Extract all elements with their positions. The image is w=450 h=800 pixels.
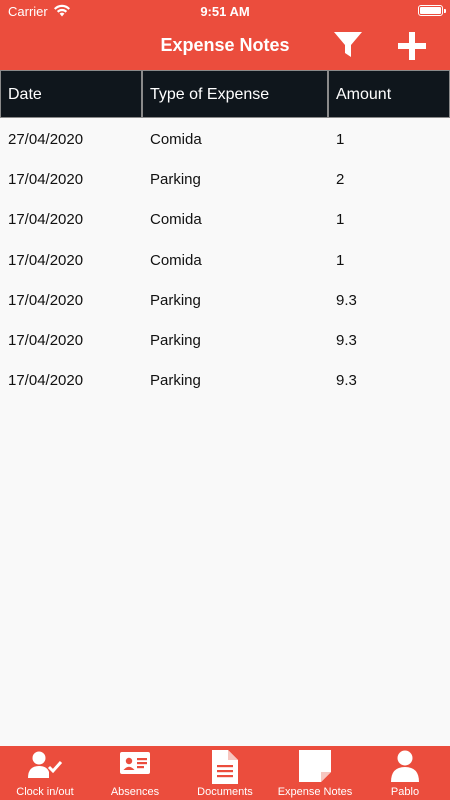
tab-label: Documents (197, 786, 253, 798)
plus-icon[interactable] (398, 32, 426, 60)
amount-cell: 9.3 (336, 291, 357, 309)
date-cell: 17/04/2020 (8, 171, 84, 189)
amount-cell: 1 (336, 211, 345, 229)
tab-label: Pablo (390, 786, 420, 798)
tab-bar: Clock in/out Absences Documents Expense … (0, 746, 450, 800)
amount-cell: 1 (336, 131, 345, 148)
tab-profile[interactable]: Pablo (360, 746, 450, 800)
table-row[interactable]: 17/04/2020 Comida 1 (0, 200, 450, 240)
clock-in-user-check-icon (28, 751, 62, 778)
column-header-type[interactable]: Type of Expense (142, 70, 328, 118)
amount-cell: 9.3 (336, 331, 357, 349)
status-bar: Carrier 9:51 AM (0, 0, 450, 22)
battery-icon (418, 5, 446, 16)
page-title: Expense Notes (160, 35, 290, 55)
date-cell: 17/04/2020 (8, 251, 84, 269)
tab-clock-in-out[interactable]: Clock in/out (0, 746, 90, 800)
amount-cell: 2 (336, 171, 345, 189)
tab-label: Expense Notes (277, 786, 353, 798)
amount-cell: 9.3 (336, 372, 357, 390)
table-row[interactable]: 17/04/2020 Comida 1 (0, 241, 450, 281)
column-header-amount[interactable]: Amount (328, 70, 450, 118)
expense-table-body: 27/04/2020 Comida 1 17/04/2020 Parking 2… (0, 120, 450, 401)
type-cell: Parking (150, 291, 201, 309)
column-header-label: Date (8, 86, 42, 103)
document-icon (212, 750, 238, 784)
note-icon (299, 750, 331, 782)
date-cell: 17/04/2020 (8, 372, 84, 390)
id-card-icon (120, 752, 150, 774)
table-row[interactable]: 17/04/2020 Parking 9.3 (0, 361, 450, 401)
amount-cell: 1 (336, 251, 345, 269)
navigation-bar: Carrier 9:51 AM Expense Notes (0, 0, 450, 70)
date-cell: 27/04/2020 (8, 131, 84, 148)
type-cell: Comida (150, 131, 202, 148)
type-cell: Parking (150, 372, 201, 390)
user-icon (391, 750, 419, 782)
column-header-label: Amount (336, 86, 392, 103)
column-header-date[interactable]: Date (0, 70, 142, 118)
tab-expense-notes[interactable]: Expense Notes (270, 746, 360, 800)
tab-absences[interactable]: Absences (90, 746, 180, 800)
table-row[interactable]: 17/04/2020 Parking 9.3 (0, 281, 450, 321)
type-cell: Comida (150, 251, 202, 269)
table-row[interactable]: 17/04/2020 Parking 2 (0, 160, 450, 200)
tab-label: Clock in/out (16, 786, 74, 798)
column-header-label: Type of Expense (150, 86, 270, 103)
table-row[interactable]: 17/04/2020 Parking 9.3 (0, 321, 450, 361)
date-cell: 17/04/2020 (8, 331, 84, 349)
date-cell: 17/04/2020 (8, 211, 84, 229)
table-row[interactable]: 27/04/2020 Comida 1 (0, 120, 450, 160)
tab-documents[interactable]: Documents (180, 746, 270, 800)
date-cell: 17/04/2020 (8, 291, 84, 309)
filter-icon[interactable] (333, 31, 363, 59)
status-time: 9:51 AM (200, 4, 250, 19)
type-cell: Comida (150, 211, 202, 229)
type-cell: Parking (150, 171, 201, 189)
tab-label: Absences (110, 786, 160, 798)
type-cell: Parking (150, 331, 201, 349)
